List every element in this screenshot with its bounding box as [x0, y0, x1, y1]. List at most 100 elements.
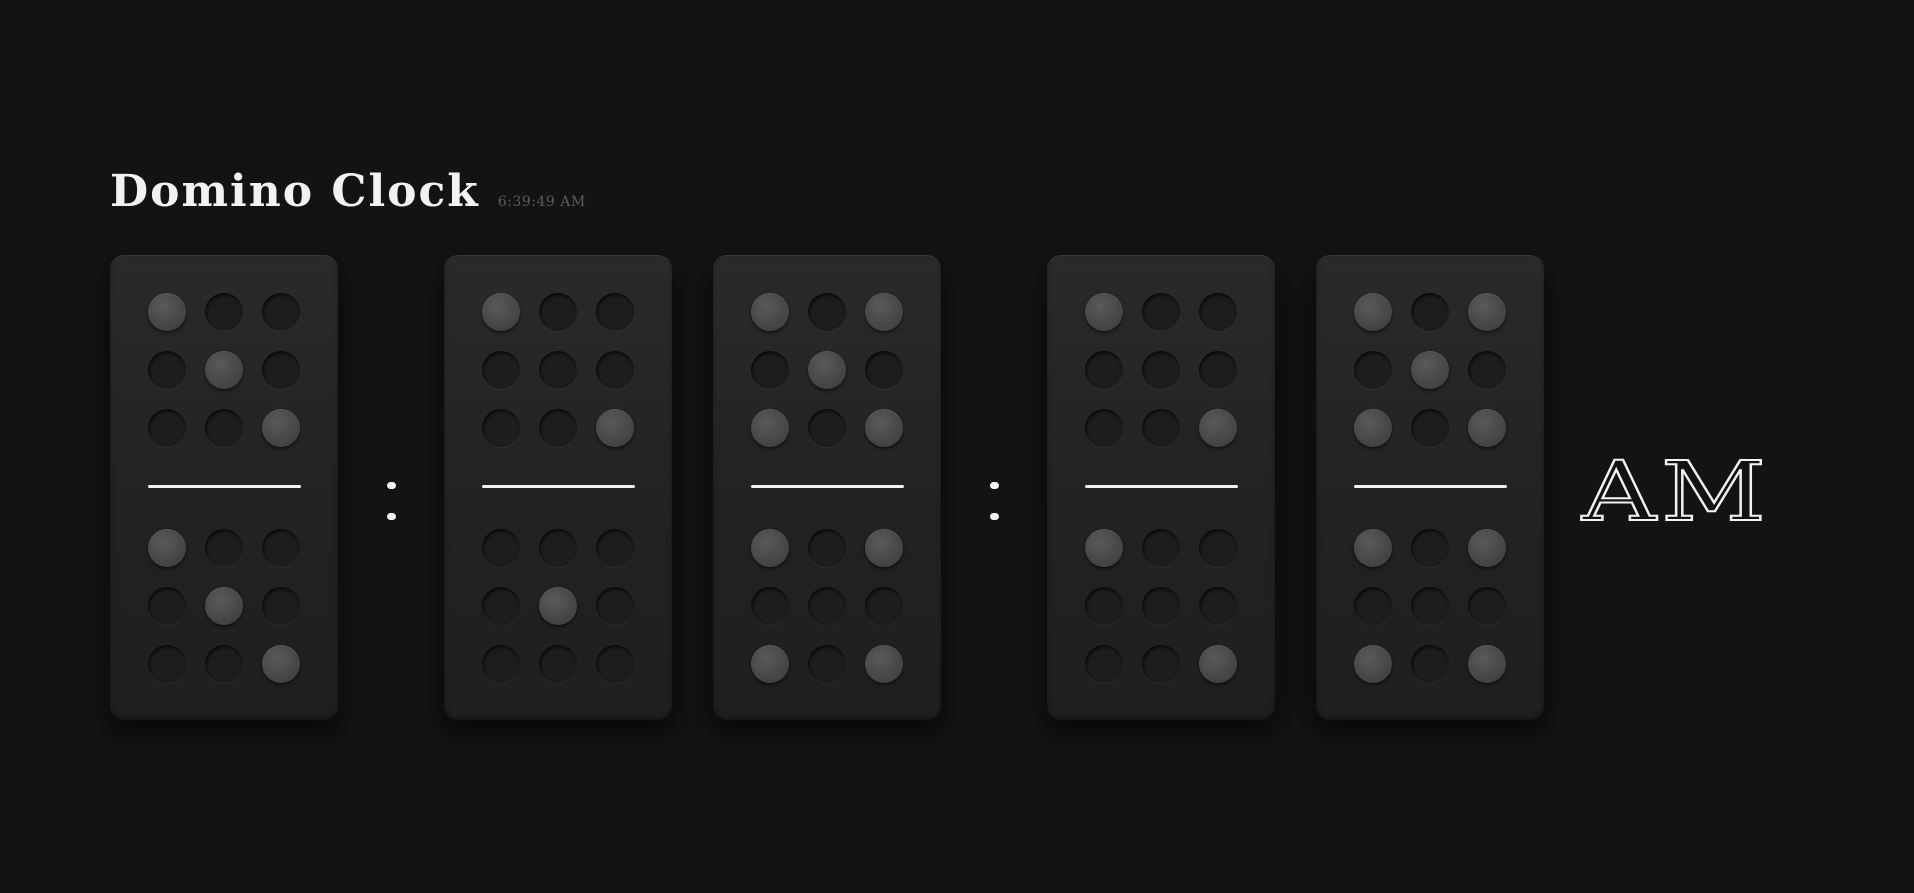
page-title: Domino Clock	[110, 166, 480, 217]
domino-tile-minutes	[444, 255, 672, 720]
pip-off	[808, 409, 846, 447]
pip-off	[148, 587, 186, 625]
pip-on	[1199, 409, 1237, 447]
pip-off	[596, 645, 634, 683]
pip-off	[1085, 645, 1123, 683]
pip-on	[1354, 645, 1392, 683]
pip-off	[148, 645, 186, 683]
pip-off	[205, 409, 243, 447]
pip-off	[482, 645, 520, 683]
pip-on	[205, 587, 243, 625]
pip-on	[1411, 351, 1449, 389]
pip-off	[596, 293, 634, 331]
pip-on	[1199, 645, 1237, 683]
pip-off	[262, 529, 300, 567]
pip-off	[262, 587, 300, 625]
pip-on	[808, 351, 846, 389]
domino-tile-seconds	[1316, 255, 1544, 720]
clock-header: Domino Clock 6:39:49 AM	[110, 170, 586, 214]
pip-off	[1411, 409, 1449, 447]
domino-bottom-half	[482, 529, 634, 683]
pip-on	[262, 645, 300, 683]
pip-off	[205, 293, 243, 331]
domino-divider	[1354, 485, 1507, 488]
domino-top-half	[148, 293, 300, 447]
pip-off	[482, 587, 520, 625]
domino-top-half	[482, 293, 634, 447]
pip-off	[539, 645, 577, 683]
pip-on	[262, 409, 300, 447]
pip-off	[808, 529, 846, 567]
pip-on	[1085, 293, 1123, 331]
pip-off	[539, 293, 577, 331]
pip-on	[751, 409, 789, 447]
pip-off	[751, 351, 789, 389]
pip-off	[205, 529, 243, 567]
pip-off	[1411, 529, 1449, 567]
pip-on	[1354, 409, 1392, 447]
digital-time-readout: 6:39:49 AM	[497, 194, 586, 210]
pip-off	[1354, 587, 1392, 625]
pip-on	[751, 645, 789, 683]
pip-on	[1354, 293, 1392, 331]
domino-tile-seconds	[1047, 255, 1275, 720]
pip-off	[1142, 293, 1180, 331]
pip-on	[482, 293, 520, 331]
domino-bottom-half	[148, 529, 300, 683]
pip-off	[539, 529, 577, 567]
domino-divider	[751, 485, 904, 488]
pip-off	[865, 587, 903, 625]
pip-off	[539, 409, 577, 447]
pip-off	[1411, 293, 1449, 331]
pip-off	[808, 587, 846, 625]
domino-top-half	[1085, 293, 1237, 447]
domino-divider	[482, 485, 635, 488]
pip-off	[539, 351, 577, 389]
pip-off	[1142, 529, 1180, 567]
pip-on	[865, 645, 903, 683]
pip-on	[1085, 529, 1123, 567]
domino-divider	[148, 485, 301, 488]
pip-on	[751, 293, 789, 331]
pip-off	[482, 351, 520, 389]
pip-off	[1085, 587, 1123, 625]
pip-off	[1199, 293, 1237, 331]
domino-top-half	[1354, 293, 1506, 447]
pip-on	[1468, 529, 1506, 567]
pip-off	[148, 409, 186, 447]
pip-on	[148, 529, 186, 567]
pip-off	[1142, 409, 1180, 447]
pip-off	[205, 645, 243, 683]
domino-bottom-half	[1085, 529, 1237, 683]
pip-on	[865, 409, 903, 447]
pip-off	[751, 587, 789, 625]
colon-dot	[990, 482, 999, 489]
pip-on	[865, 293, 903, 331]
domino-tile-hours	[110, 255, 338, 720]
pip-on	[539, 587, 577, 625]
pip-off	[1468, 587, 1506, 625]
domino-divider	[1085, 485, 1238, 488]
pip-off	[1085, 409, 1123, 447]
pip-on	[1468, 409, 1506, 447]
pip-off	[148, 351, 186, 389]
pip-off	[482, 409, 520, 447]
domino-bottom-half	[1354, 529, 1506, 683]
meridiem-label: AM	[1581, 445, 1771, 540]
pip-off	[1468, 351, 1506, 389]
pip-on	[751, 529, 789, 567]
pip-off	[865, 351, 903, 389]
colon-dot	[387, 513, 396, 520]
pip-off	[1199, 587, 1237, 625]
pip-off	[1411, 645, 1449, 683]
pip-off	[1411, 587, 1449, 625]
pip-off	[596, 351, 634, 389]
pip-on	[1468, 293, 1506, 331]
domino-top-half	[751, 293, 903, 447]
pip-off	[1354, 351, 1392, 389]
domino-clock-face	[110, 255, 1544, 720]
pip-on	[1354, 529, 1392, 567]
pip-on	[205, 351, 243, 389]
pip-off	[262, 351, 300, 389]
pip-on	[596, 409, 634, 447]
